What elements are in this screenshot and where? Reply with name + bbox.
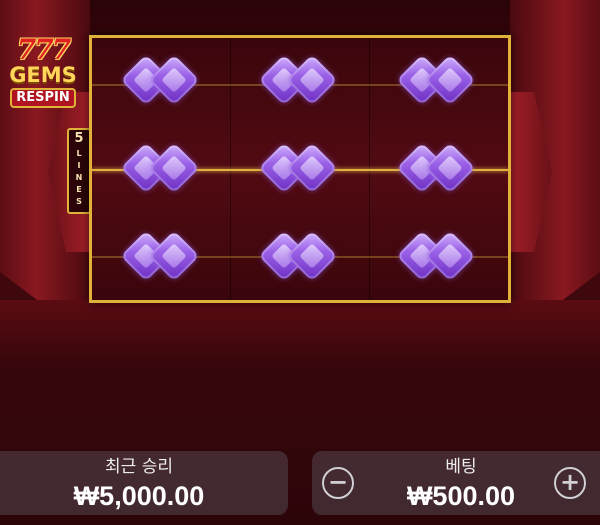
- last-win-value: ₩5,000.00: [73, 481, 205, 511]
- paylines-count: 5: [74, 131, 84, 146]
- reel-cell-purple-gem: [230, 126, 368, 214]
- purple-gem-icon: [424, 142, 476, 194]
- purple-gem-icon: [148, 230, 200, 282]
- reel-cell-purple-gem: [368, 38, 506, 126]
- game-logo: 777 GEMS RESPIN: [2, 36, 84, 108]
- reel-cell-purple-gem: [230, 214, 368, 302]
- minus-icon[interactable]: −: [322, 467, 354, 499]
- logo-777-text: 777: [16, 33, 71, 66]
- reel-cell-purple-gem: [92, 126, 230, 214]
- purple-gem-icon: [148, 142, 200, 194]
- logo-respin-text: RESPIN: [10, 88, 76, 108]
- purple-gem-icon: [148, 54, 200, 106]
- purple-gem-icon: [424, 54, 476, 106]
- reel-cell-purple-gem: [368, 126, 506, 214]
- plus-icon[interactable]: +: [554, 467, 586, 499]
- stage-floor: [0, 300, 600, 360]
- last-win-panel: 최근 승리 ₩5,000.00: [0, 451, 288, 515]
- purple-gem-icon: [286, 54, 338, 106]
- reel-cell-purple-gem: [230, 38, 368, 126]
- paylines-label: LINES: [75, 149, 83, 206]
- purple-gem-icon: [424, 230, 476, 282]
- reel-cell-purple-gem: [368, 214, 506, 302]
- last-win-label: 최근 승리: [105, 457, 173, 477]
- purple-gem-icon: [286, 142, 338, 194]
- purple-gem-icon: [286, 230, 338, 282]
- bet-panel: − 베팅 ₩500.00 +: [312, 451, 600, 515]
- paylines-badge: 5 LINES: [67, 128, 91, 214]
- reel-cell-purple-gem: [92, 38, 230, 126]
- logo-gems-text: GEMS: [9, 63, 77, 87]
- reel-cell-purple-gem: [92, 214, 230, 302]
- reel-frame: [89, 35, 511, 303]
